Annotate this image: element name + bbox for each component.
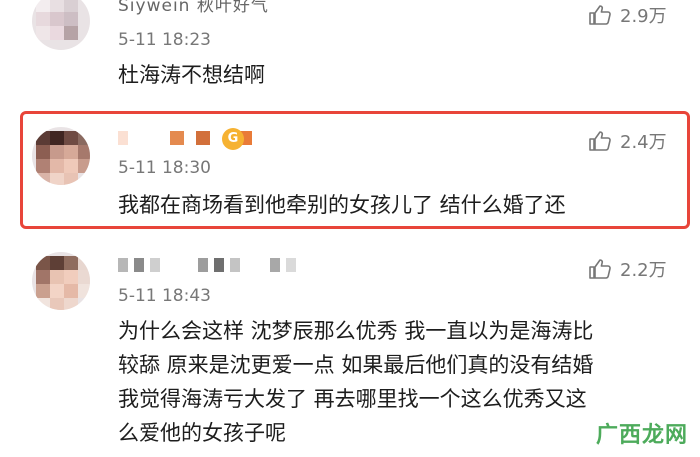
like-button[interactable]: 2.9万 (588, 2, 667, 28)
watermark-logo: 广西龙网 (595, 423, 688, 448)
timestamp: 5-11 18:23 (118, 30, 211, 50)
timestamp: 5-11 18:43 (118, 286, 211, 306)
thumbs-up-icon (589, 259, 611, 279)
username[interactable]: Siywein 秋叶好气 (118, 0, 269, 16)
comment-text: 我都在商场看到他牵别的女孩儿了 结什么婚了还 (118, 193, 566, 217)
like-button[interactable]: 2.4万 (588, 128, 667, 154)
like-count: 2.4万 (620, 132, 667, 153)
like-count: 2.9万 (620, 6, 667, 27)
like-count: 2.2万 (620, 260, 667, 281)
like-button[interactable]: 2.2万 (588, 256, 667, 282)
comment-text: 杜海涛不想结啊 (118, 63, 265, 87)
avatar[interactable] (32, 252, 90, 310)
avatar[interactable] (32, 0, 90, 50)
timestamp: 5-11 18:30 (118, 158, 211, 178)
username-masked[interactable] (118, 258, 296, 272)
crown-badge-icon: G (222, 128, 244, 150)
avatar[interactable] (32, 127, 90, 185)
thumbs-up-icon (589, 131, 611, 151)
thumbs-up-icon (589, 5, 611, 25)
